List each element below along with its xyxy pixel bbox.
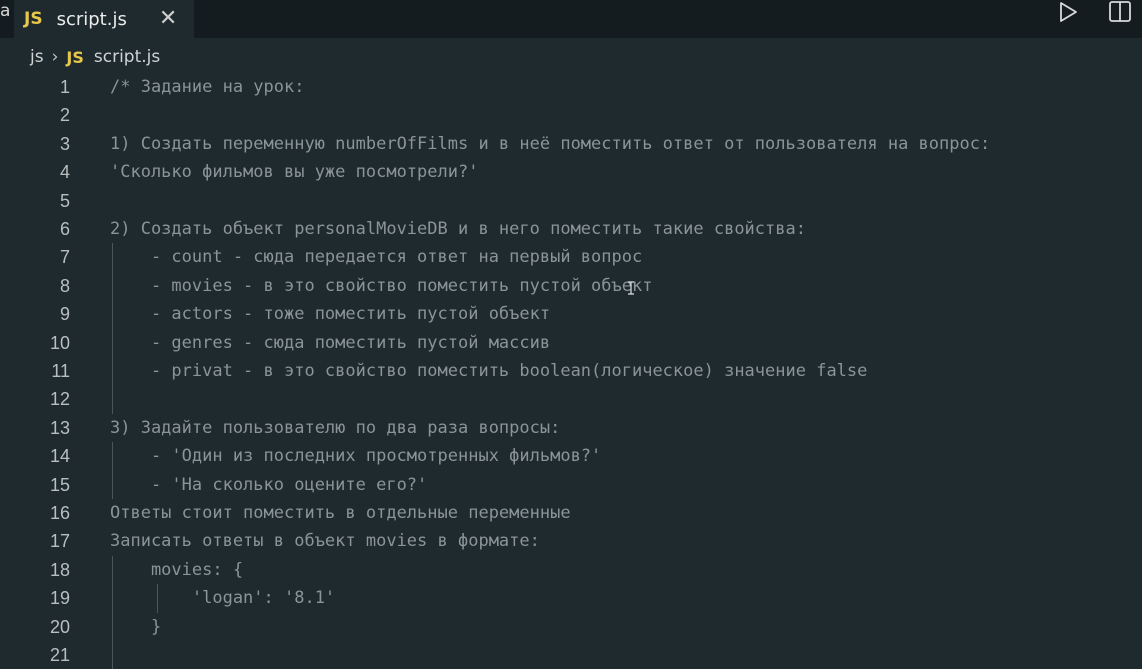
code-text: - 'На сколько оцените его?'	[110, 474, 428, 495]
code-editor[interactable]: 1 /* Задание на урок: 2 3 1) Создать перемен…	[0, 73, 1142, 669]
indent-guide	[112, 442, 113, 499]
line-number: 6	[59, 219, 70, 239]
code-text: 'logan': '8.1'	[110, 588, 336, 609]
indent-guide	[157, 584, 158, 613]
line-number: 7	[59, 247, 70, 268]
code-line[interactable]: 2	[0, 101, 1142, 129]
line-number: 18	[49, 559, 70, 580]
line-number: 15	[49, 474, 70, 495]
play-icon[interactable]	[1056, 0, 1080, 24]
line-number: 16	[49, 503, 70, 523]
text-cursor-icon	[628, 281, 634, 295]
line-number: 20	[49, 616, 70, 637]
code-line[interactable]: 19 'logan': '8.1'	[0, 584, 1142, 612]
line-number: 5	[59, 190, 70, 211]
code-line[interactable]: 9 - actors - тоже поместить пустой объек…	[0, 300, 1142, 328]
code-line[interactable]: 20 }	[0, 613, 1142, 641]
line-number: 9	[59, 304, 70, 325]
code-text: Ответы стоит поместить в отдельные перем…	[110, 503, 571, 523]
code-text: movies: {	[110, 559, 244, 580]
previous-tab-fragment[interactable]: a	[0, 0, 14, 26]
close-icon[interactable]: ✕	[159, 8, 177, 30]
indent-guide	[112, 243, 113, 414]
breadcrumb-file[interactable]: script.js	[94, 47, 160, 67]
code-text: 1) Создать переменную numberOfFilms и в …	[110, 133, 991, 154]
line-number: 4	[59, 162, 70, 183]
line-number: 13	[49, 417, 70, 438]
code-line[interactable]: 5	[0, 187, 1142, 215]
code-line[interactable]: 18 movies: {	[0, 556, 1142, 584]
code-line[interactable]: 15 - 'На сколько оцените его?'	[0, 471, 1142, 499]
code-line[interactable]: 16 Ответы стоит поместить в отдельные пер…	[0, 499, 1142, 527]
code-text: - privat - в это свойство поместить bool…	[110, 361, 868, 381]
code-text: Записать ответы в объект movies в формат…	[110, 531, 540, 552]
code-line[interactable]: 8 - movies - в это свойство поместить пу…	[0, 272, 1142, 300]
code-line[interactable]: 6 2) Создать объект personalMovieDB и в н…	[0, 215, 1142, 243]
line-number: 14	[49, 446, 70, 467]
line-number: 1	[59, 77, 70, 97]
line-number: 21	[49, 645, 70, 665]
code-line[interactable]: 3 1) Создать переменную numberOfFilms и в…	[0, 130, 1142, 158]
breadcrumb: js › JS script.js	[30, 44, 160, 70]
tab-bar: a JS script.js ✕	[0, 0, 1142, 38]
code-text: - movies - в это свойство поместить пуст…	[110, 275, 653, 296]
split-editor-icon[interactable]	[1108, 0, 1132, 24]
code-line[interactable]: 12	[0, 385, 1142, 413]
code-text: - genres - сюда поместить пустой массив	[110, 332, 551, 353]
code-text: /* Задание на урок:	[110, 77, 305, 97]
line-number: 10	[49, 332, 70, 353]
line-number: 17	[49, 531, 70, 552]
tab-label: script.js	[56, 8, 127, 30]
code-line[interactable]: 11 - privat - в это свойство поместить b…	[0, 357, 1142, 385]
breadcrumb-folder[interactable]: js	[30, 47, 44, 67]
code-text: - actors - тоже поместить пустой объект	[110, 304, 551, 325]
code-line[interactable]: 1 /* Задание на урок:	[0, 73, 1142, 101]
code-line[interactable]: 7 - count - сюда передается ответ на пер…	[0, 243, 1142, 271]
indent-guide	[112, 555, 113, 669]
line-number: 8	[59, 275, 70, 296]
code-text: 2) Создать объект personalMovieDB и в не…	[110, 219, 806, 239]
line-number: 11	[51, 361, 70, 381]
line-number: 19	[49, 588, 70, 609]
line-number: 2	[59, 105, 70, 126]
line-number: 3	[59, 133, 70, 154]
code-text: - count - сюда передается ответ на первы…	[110, 247, 643, 268]
code-line[interactable]: 13 3) Задайте пользователю по два раза во…	[0, 414, 1142, 442]
code-line[interactable]: 4 'Сколько фильмов вы уже посмотрели?'	[0, 158, 1142, 186]
js-file-icon: JS	[24, 9, 43, 29]
code-line[interactable]: 14 - 'Один из последних просмотренных фи…	[0, 442, 1142, 470]
tab-script-js[interactable]: JS script.js ✕	[14, 0, 194, 38]
code-text: - 'Один из последних просмотренных фильм…	[110, 446, 602, 467]
code-text: }	[110, 616, 162, 637]
code-line[interactable]: 17 Записать ответы в объект movies в форм…	[0, 527, 1142, 555]
code-line[interactable]: 21	[0, 641, 1142, 669]
code-line[interactable]: 10 - genres - сюда поместить пустой масс…	[0, 329, 1142, 357]
code-text: 3) Задайте пользователю по два раза вопр…	[110, 417, 561, 438]
line-number: 12	[49, 389, 70, 410]
js-file-icon: JS	[66, 47, 84, 67]
code-text: 'Сколько фильмов вы уже посмотрели?'	[110, 162, 479, 183]
chevron-right-icon: ›	[51, 47, 59, 67]
